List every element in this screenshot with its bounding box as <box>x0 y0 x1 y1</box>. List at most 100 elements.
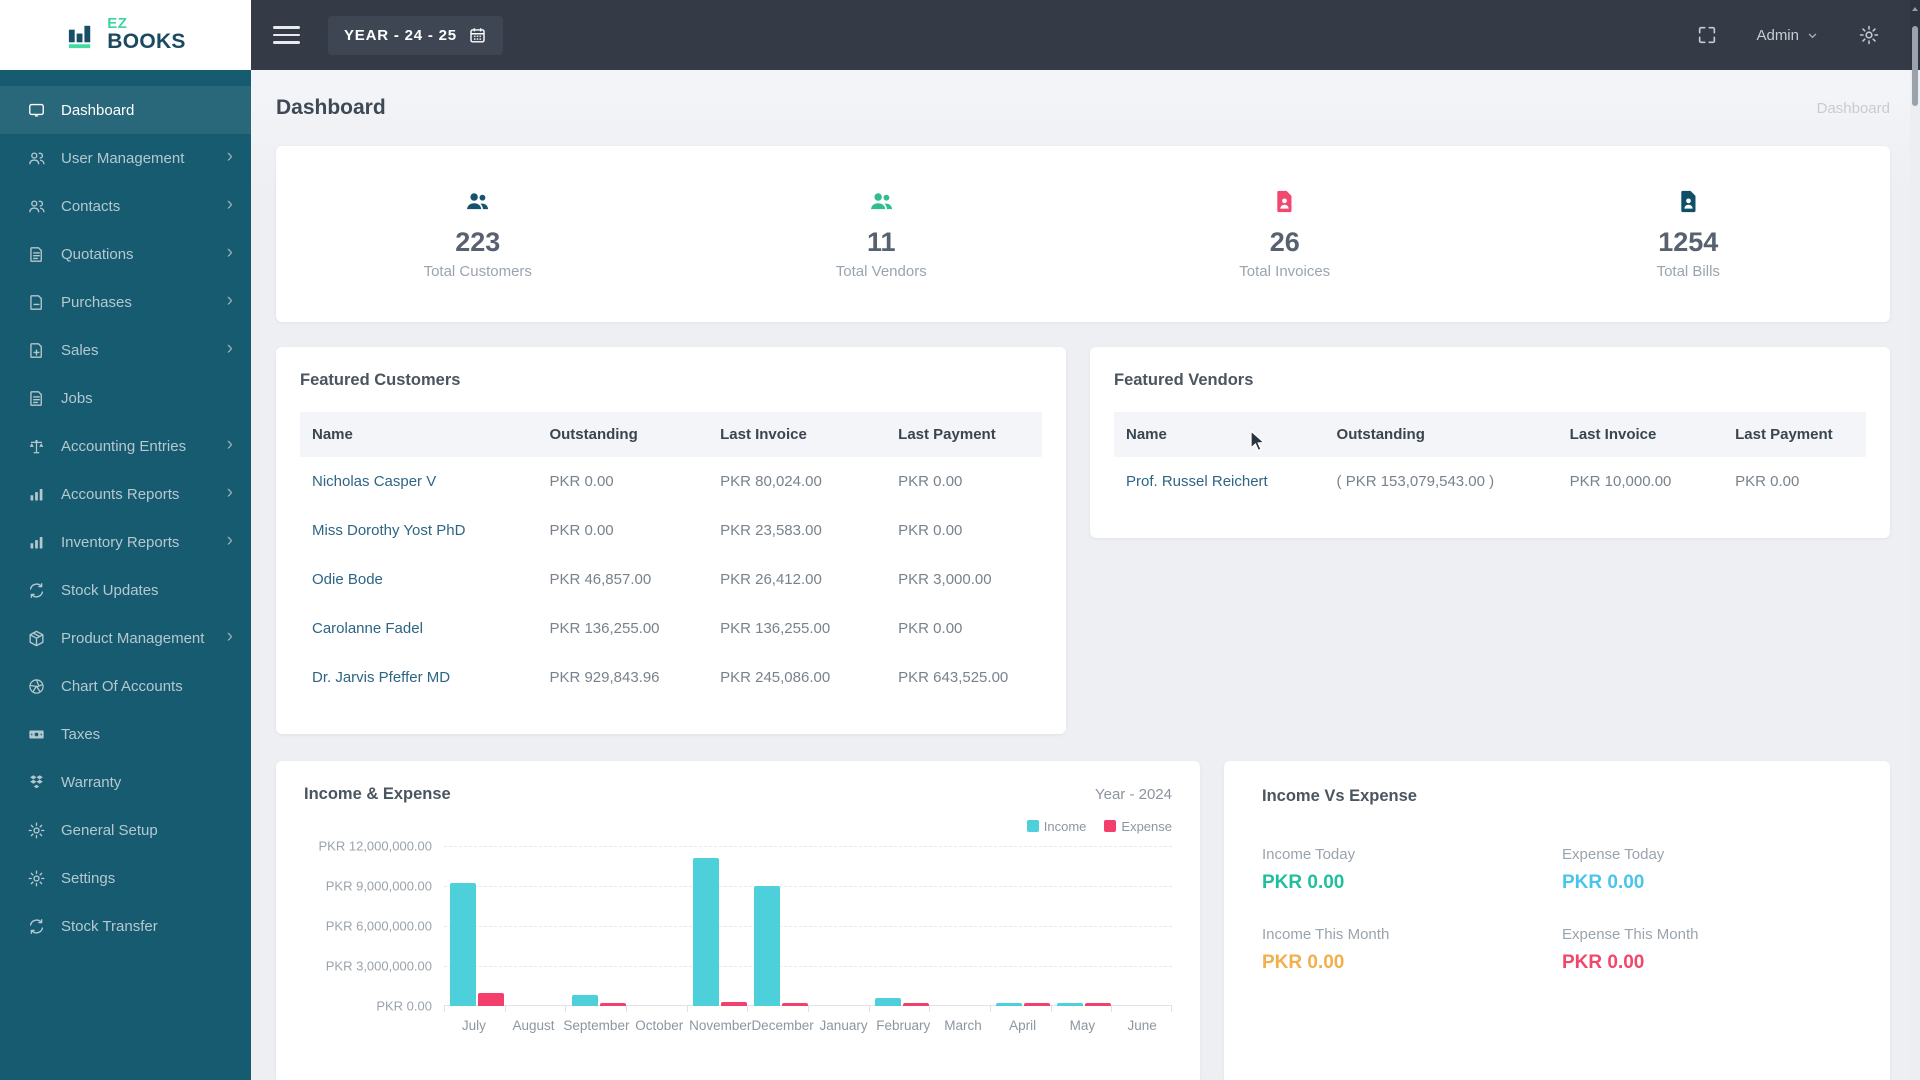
bar-expense <box>1085 1003 1111 1006</box>
last-payment-cell: PKR 3,000.00 <box>898 571 992 588</box>
chevron-right-icon: › <box>226 290 233 311</box>
chevron-right-icon: › <box>226 626 233 647</box>
legend-item-expense[interactable]: Expense <box>1104 819 1172 834</box>
sidebar-item-inventory-reports[interactable]: Inventory Reports › <box>0 518 251 566</box>
table-row[interactable]: Miss Dorothy Yost PhD PKR 0.00 PKR 23,58… <box>300 506 1042 555</box>
featured-vendors-card: Featured Vendors Name Outstanding Last I… <box>1090 347 1890 538</box>
sidebar-item-sales[interactable]: Sales › <box>0 326 251 374</box>
sidebar-item-stock-transfer[interactable]: Stock Transfer <box>0 902 251 950</box>
table-row[interactable]: Nicholas Casper V PKR 0.00 PKR 80,024.00… <box>300 457 1042 506</box>
table-row[interactable]: Prof. Russel Reichert ( PKR 153,079,543.… <box>1114 457 1866 506</box>
people-icon <box>464 188 491 215</box>
x-axis-label: August <box>512 1018 555 1033</box>
sidebar-item-settings[interactable]: Settings <box>0 854 251 902</box>
customer-link[interactable]: Odie Bode <box>312 571 383 588</box>
sidebar-item-purchases[interactable]: Purchases › <box>0 278 251 326</box>
bar-income <box>1057 1003 1083 1006</box>
bar-income <box>875 998 901 1006</box>
users-icon <box>27 197 46 216</box>
sidebar-item-label: Stock Updates <box>61 581 159 599</box>
bill-file-icon <box>1675 188 1702 215</box>
x-axis-label: September <box>563 1018 630 1033</box>
expense-this-month: Expense This Month PKR 0.00 <box>1562 926 1862 974</box>
sidebar-item-label: Quotations <box>61 245 134 263</box>
fullscreen-icon[interactable] <box>1696 24 1718 46</box>
sidebar-item-general-setup[interactable]: General Setup <box>0 806 251 854</box>
main-area: YEAR - 24 - 25 Admin Dashboard Dashboard… <box>251 0 1920 1080</box>
sidebar-item-label: Stock Transfer <box>61 917 158 935</box>
gear-icon <box>27 821 46 840</box>
stat-value: 11 <box>866 227 896 257</box>
sidebar-item-contacts[interactable]: Contacts › <box>0 182 251 230</box>
sidebar-item-label: Taxes <box>61 725 101 743</box>
bar-expense <box>721 1002 747 1006</box>
topbar: YEAR - 24 - 25 Admin <box>251 0 1920 70</box>
scroll-up-arrow-icon[interactable] <box>1912 7 1918 11</box>
customer-link[interactable]: Carolanne Fadel <box>312 620 423 637</box>
sidebar-item-stock-updates[interactable]: Stock Updates <box>0 566 251 614</box>
table-row[interactable]: Odie Bode PKR 46,857.00 PKR 26,412.00 PK… <box>300 555 1042 604</box>
legend-label: Income <box>1043 819 1087 834</box>
sidebar-item-taxes[interactable]: Taxes <box>0 710 251 758</box>
admin-menu[interactable]: Admin <box>1756 27 1820 44</box>
customer-link[interactable]: Miss Dorothy Yost PhD <box>312 522 465 539</box>
last-payment-cell: PKR 0.00 <box>898 620 963 637</box>
table-row[interactable]: Dr. Jarvis Pfeffer MD PKR 929,843.96 PKR… <box>300 653 1042 702</box>
settings-gear-icon[interactable] <box>1858 24 1880 46</box>
vendor-link[interactable]: Prof. Russel Reichert <box>1126 473 1268 490</box>
package-icon <box>27 629 46 648</box>
sync-arrows-icon <box>27 917 46 936</box>
breadcrumb: Dashboard <box>1816 99 1890 117</box>
x-axis-tick <box>626 1006 627 1012</box>
chevron-right-icon: › <box>226 482 233 503</box>
chevron-right-icon: › <box>226 242 233 263</box>
last-invoice-cell: PKR 245,086.00 <box>720 669 831 686</box>
x-axis-tick <box>747 1006 748 1012</box>
bar-income <box>572 995 598 1006</box>
page-title: Dashboard <box>276 96 386 119</box>
stat-value: 26 <box>1269 227 1300 257</box>
customer-link[interactable]: Dr. Jarvis Pfeffer MD <box>312 669 450 686</box>
sidebar-item-warranty[interactable]: Warranty <box>0 758 251 806</box>
x-axis-tick <box>687 1006 688 1012</box>
outstanding-cell: PKR 46,857.00 <box>549 571 652 588</box>
sidebar-item-dashboard[interactable]: Dashboard <box>0 86 251 134</box>
sidebar-item-label: Chart Of Accounts <box>61 677 183 695</box>
legend-item-income[interactable]: Income <box>1026 819 1087 834</box>
sidebar-item-jobs[interactable]: Jobs <box>0 374 251 422</box>
ive-label: Expense Today <box>1562 846 1665 863</box>
fiscal-year-selector[interactable]: YEAR - 24 - 25 <box>328 15 503 55</box>
table-row[interactable]: Carolanne Fadel PKR 136,255.00 PKR 136,2… <box>300 604 1042 653</box>
sidebar-item-quotations[interactable]: Quotations › <box>0 230 251 278</box>
balance-scale-icon <box>27 437 46 456</box>
sidebar-item-chart-of-accounts[interactable]: Chart Of Accounts <box>0 662 251 710</box>
ive-label: Expense This Month <box>1562 926 1699 943</box>
scrollbar-thumb[interactable] <box>1912 26 1918 106</box>
ive-value: PKR 0.00 <box>1262 872 1345 893</box>
sidebar-item-user-management[interactable]: User Management › <box>0 134 251 182</box>
card-title: Featured Customers <box>300 371 461 389</box>
last-invoice-cell: PKR 136,255.00 <box>720 620 831 637</box>
sidebar-item-label: Contacts <box>61 197 121 215</box>
sidebar-item-label: Jobs <box>61 389 93 407</box>
app-logo[interactable]: EZ BOOKS <box>0 0 251 70</box>
card-title: Income Vs Expense <box>1262 787 1417 805</box>
menu-toggle-button[interactable] <box>273 21 300 49</box>
column-header: Outstanding <box>1336 426 1425 443</box>
income-vs-expense-card: Income Vs Expense Income Today PKR 0.00 … <box>1224 761 1890 1080</box>
sidebar-item-accounting-entries[interactable]: Accounting Entries › <box>0 422 251 470</box>
sidebar-item-accounts-reports[interactable]: Accounts Reports › <box>0 470 251 518</box>
aperture-icon <box>27 677 46 696</box>
x-axis-label: October <box>635 1018 684 1033</box>
x-axis-tick <box>990 1006 991 1012</box>
x-axis-label: July <box>461 1018 486 1033</box>
outstanding-cell: PKR 929,843.96 <box>549 669 660 686</box>
vertical-scrollbar[interactable] <box>1910 0 1920 1080</box>
bar-expense <box>478 993 504 1006</box>
table-header-row: Name Outstanding Last Invoice Last Payme… <box>1114 412 1866 457</box>
sidebar-item-product-management[interactable]: Product Management › <box>0 614 251 662</box>
customer-link[interactable]: Nicholas Casper V <box>312 473 436 490</box>
last-invoice-cell: PKR 10,000.00 <box>1569 473 1672 490</box>
sidebar-item-label: Warranty <box>61 773 122 791</box>
gridline <box>444 966 1172 967</box>
